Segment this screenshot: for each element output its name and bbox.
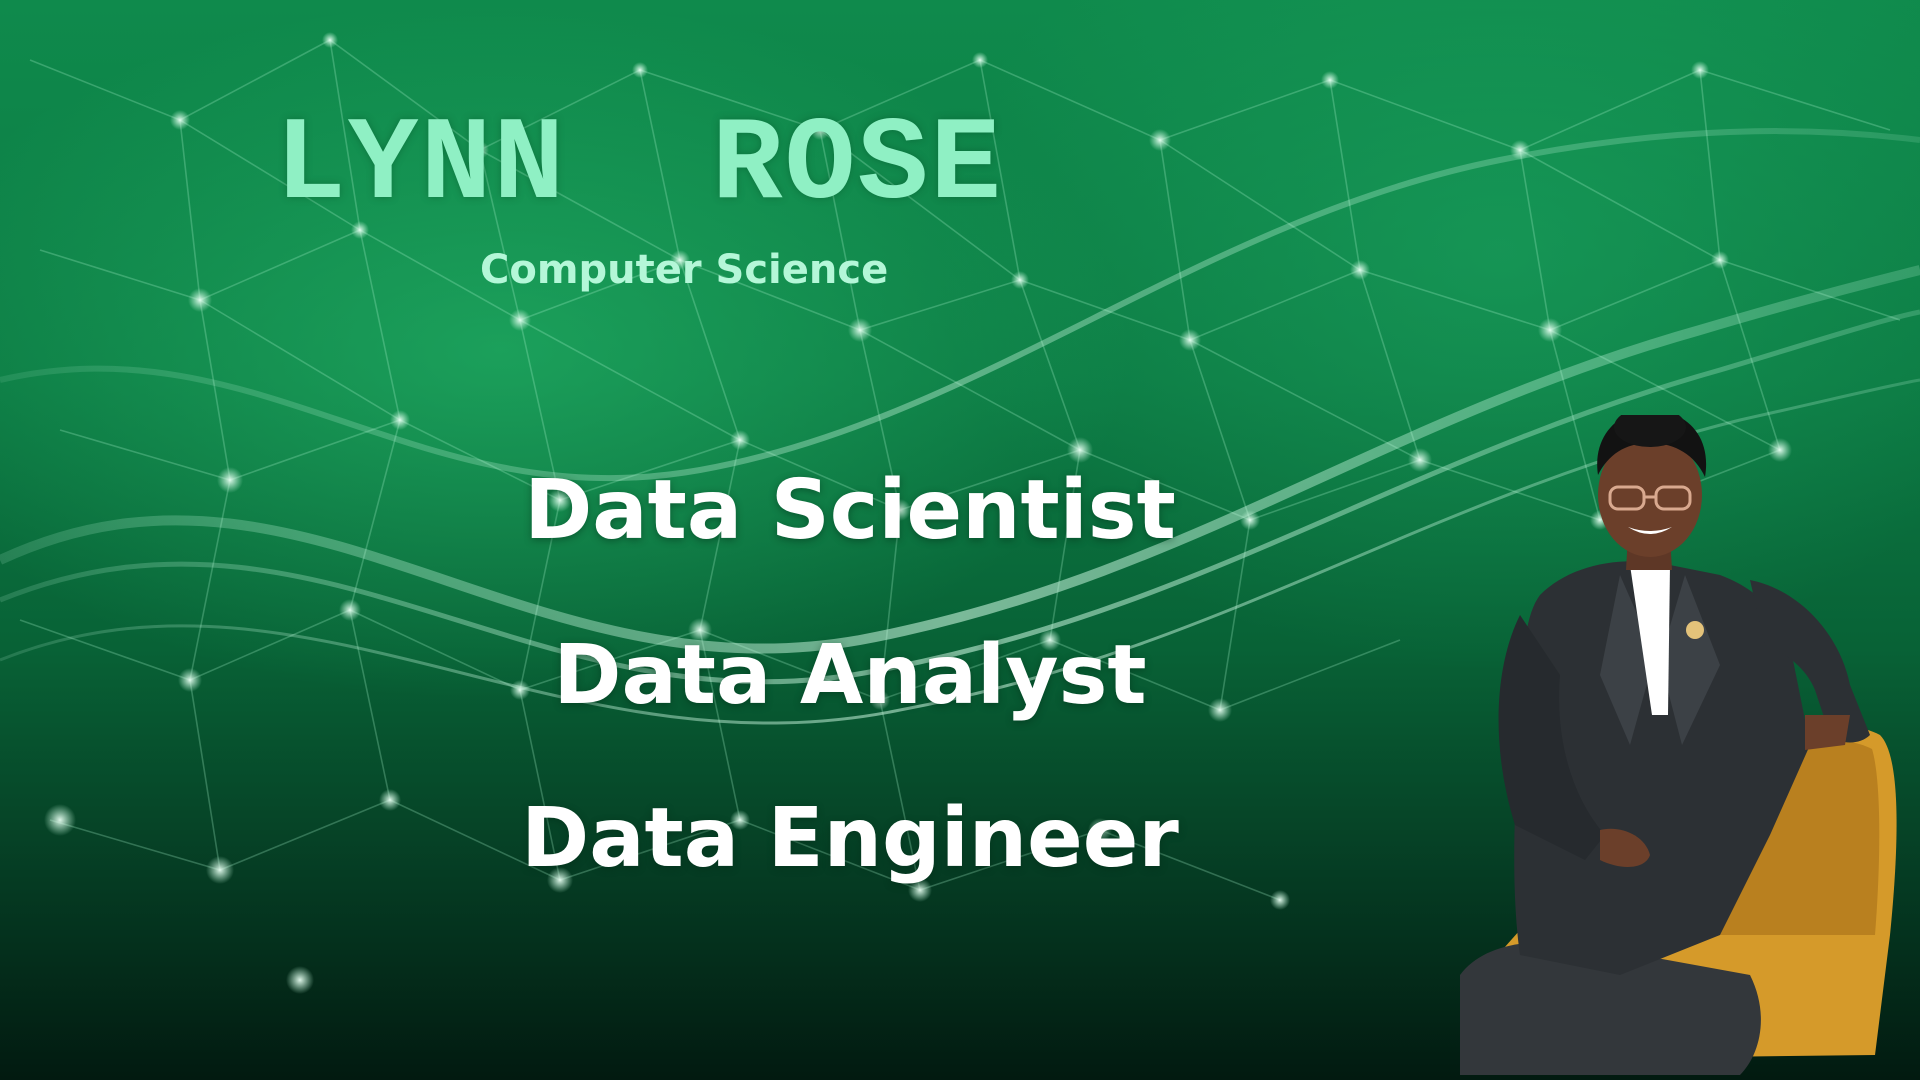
- role-data-analyst: Data Analyst: [553, 628, 1147, 723]
- field-of-study: Computer Science: [480, 247, 889, 293]
- profile-banner: LYNN ROSE Computer Science Data Scientis…: [0, 0, 1920, 1080]
- role-data-engineer: Data Engineer: [521, 791, 1179, 886]
- role-data-scientist: Data Scientist: [524, 463, 1176, 558]
- person-photo: [1460, 415, 1897, 1075]
- person-name: LYNN ROSE: [275, 100, 1004, 233]
